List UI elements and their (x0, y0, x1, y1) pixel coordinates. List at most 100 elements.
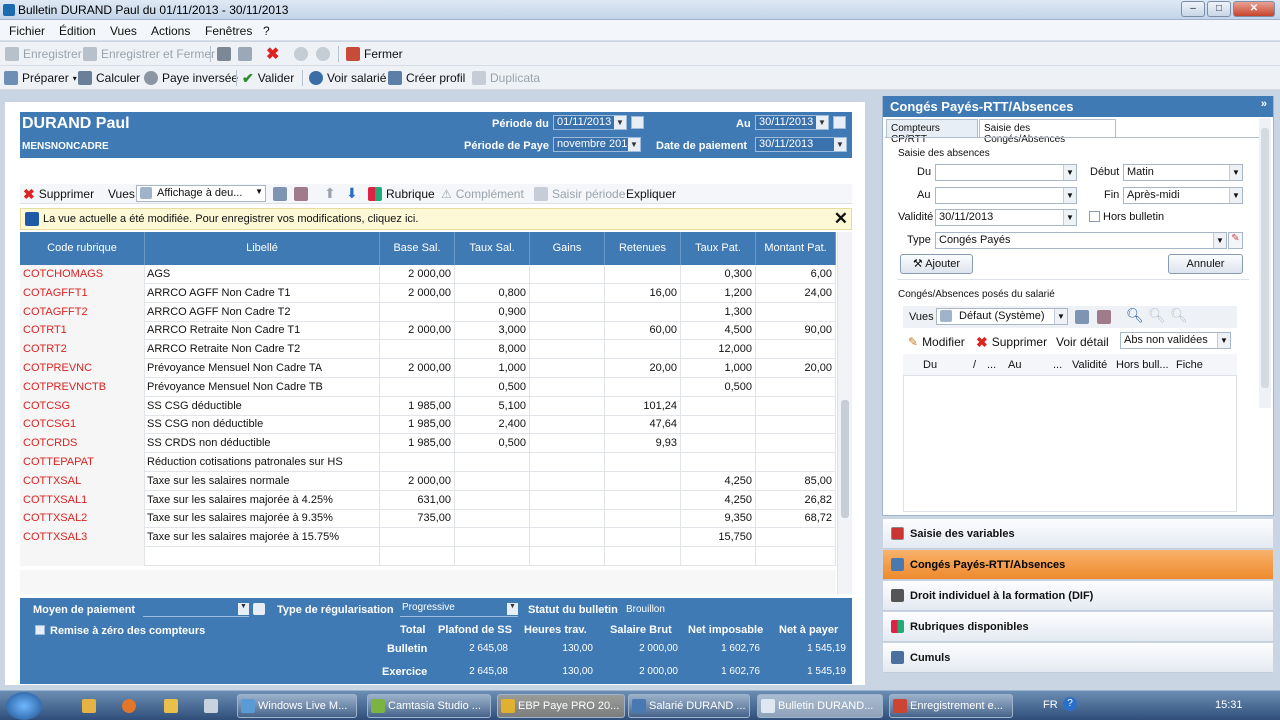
cell-code[interactable]: COTPREVNCTB (20, 377, 145, 397)
cell-base[interactable] (380, 547, 455, 566)
cell-retenues[interactable] (605, 340, 681, 360)
cell-taux-sal[interactable] (455, 471, 530, 491)
table-row[interactable]: COTTXSAL2 Taxe sur les salaires majorée à… (20, 509, 836, 529)
delete-button[interactable]: ✖ (266, 46, 279, 63)
cell-gains[interactable] (530, 302, 605, 322)
cell-retenues[interactable] (605, 547, 681, 566)
cell-code[interactable]: COTCSG1 (20, 415, 145, 435)
menu-help[interactable]: ? (263, 24, 270, 38)
cell-retenues[interactable]: 20,00 (605, 359, 681, 378)
explorer-icon[interactable] (204, 699, 218, 713)
task-salarie[interactable]: Salarié DURAND ... (628, 694, 750, 718)
cell-base[interactable]: 735,00 (380, 509, 455, 529)
col-header-libelle[interactable]: Libellé (145, 232, 380, 265)
close-button[interactable]: Fermer (346, 46, 403, 62)
help-icon[interactable]: ? (1063, 697, 1077, 711)
save-button[interactable]: Enregistrer (5, 46, 82, 62)
cell-montant-pat[interactable]: 68,72 (756, 509, 836, 529)
cell-base[interactable]: 1 985,00 (380, 434, 455, 454)
cell-libelle[interactable]: ARRCO Retraite Non Cadre T1 (145, 321, 380, 341)
cell-code[interactable]: COTTEPAPAT (20, 453, 145, 472)
grid-scrollbar[interactable] (837, 232, 852, 594)
cell-montant-pat[interactable] (756, 302, 836, 322)
cell-taux-pat[interactable] (681, 453, 756, 472)
regul-select[interactable]: Progressive ▼ (400, 602, 518, 617)
table-row[interactable]: COTTXSAL Taxe sur les salaires normale 2 0… (20, 471, 836, 491)
cell-libelle[interactable]: ARRCO AGFF Non Cadre T2 (145, 302, 380, 322)
hors-bulletin-checkbox[interactable] (1089, 211, 1100, 222)
view-modified-notice[interactable]: La vue actuelle a été modifiée. Pour enr… (20, 208, 852, 230)
list-col-validite[interactable]: Validité (1072, 359, 1107, 371)
calendar-icon[interactable] (833, 116, 846, 129)
type-select[interactable]: Congés Payés ▼ (935, 232, 1227, 249)
acc-saisie-variables[interactable]: Saisie des variables (883, 519, 1273, 549)
start-button[interactable] (6, 692, 42, 720)
table-row[interactable]: COTCHOMAGS AGS 2 000,00 0,300 6,00 (20, 265, 836, 284)
col-header-code[interactable]: Code rubrique (20, 232, 145, 265)
next-button[interactable] (316, 46, 330, 62)
menu-actions[interactable]: Actions (151, 24, 190, 38)
cell-taux-sal[interactable]: 0,900 (455, 302, 530, 322)
create-profile-button[interactable]: Créer profil (388, 70, 465, 86)
cell-montant-pat[interactable]: 20,00 (756, 359, 836, 378)
cell-taux-sal[interactable]: 5,100 (455, 396, 530, 416)
cell-montant-pat[interactable] (756, 340, 836, 360)
calculate-button[interactable]: Calculer (78, 70, 140, 86)
cell-gains[interactable] (530, 283, 605, 303)
pay-period-select[interactable]: novembre 2013 ▼ (553, 137, 641, 152)
tab-compteurs[interactable]: Compteurs CP/RTT (886, 119, 978, 145)
cell-taux-pat[interactable]: 12,000 (681, 340, 756, 360)
grid-settings-icon[interactable] (294, 187, 308, 201)
cell-montant-pat[interactable] (756, 377, 836, 397)
cell-libelle[interactable]: Prévoyance Mensuel Non Cadre TA (145, 359, 380, 378)
cell-libelle[interactable]: SS CSG non déductible (145, 415, 380, 435)
cell-libelle[interactable]: SS CSG déductible (145, 396, 380, 416)
prev-button[interactable] (294, 46, 308, 62)
cell-retenues[interactable] (605, 490, 681, 510)
list-col-fiche[interactable]: Fiche (1176, 359, 1203, 371)
cell-base[interactable]: 631,00 (380, 490, 455, 510)
cell-taux-pat[interactable]: 1,200 (681, 283, 756, 303)
prepare-button[interactable]: Préparer ▾ (4, 70, 77, 86)
cell-taux-pat[interactable]: 0,300 (681, 265, 756, 284)
table-row[interactable]: COTCSG1 SS CSG non déductible 1 985,00 2,40… (20, 415, 836, 435)
col-header-taux-pat[interactable]: Taux Pat. (681, 232, 756, 265)
chevron-down-icon[interactable]: ▼ (614, 116, 626, 129)
reverse-pay-button[interactable]: Paye inversée (144, 70, 238, 86)
cell-libelle[interactable]: Réduction cotisations patronales sur HS (145, 453, 380, 472)
period-from-field[interactable]: 01/11/2013 ▼ (553, 115, 627, 130)
chevron-down-icon[interactable]: ▼ (1054, 309, 1067, 324)
cell-gains[interactable] (530, 265, 605, 284)
cell-retenues[interactable]: 101,24 (605, 396, 681, 416)
list-settings-icon[interactable] (1097, 310, 1111, 324)
cell-taux-sal[interactable]: 0,800 (455, 283, 530, 303)
table-row[interactable]: COTPREVNCTB Prévoyance Mensuel Non Cadre … (20, 377, 836, 397)
collapse-icon[interactable]: » (1261, 98, 1267, 110)
cell-gains[interactable] (530, 471, 605, 491)
cell-libelle[interactable]: Prévoyance Mensuel Non Cadre TB (145, 377, 380, 397)
cell-libelle[interactable]: ARRCO Retraite Non Cadre T2 (145, 340, 380, 360)
task-camtasia[interactable]: Camtasia Studio ... (367, 694, 491, 718)
cell-gains[interactable] (530, 528, 605, 548)
cell-retenues[interactable] (605, 377, 681, 397)
cell-retenues[interactable] (605, 471, 681, 491)
tab-saisie-conges[interactable]: Saisie des Congés/Absences (979, 119, 1116, 145)
chevron-down-icon[interactable]: ▼ (1063, 165, 1076, 180)
fin-select[interactable]: Après-midi ▼ (1123, 187, 1243, 204)
cell-taux-sal[interactable] (455, 453, 530, 472)
cell-montant-pat[interactable]: 24,00 (756, 283, 836, 303)
cell-gains[interactable] (530, 547, 605, 566)
cell-code[interactable]: COTTXSAL (20, 471, 145, 491)
table-row[interactable]: COTCSG SS CSG déductible 1 985,00 5,100 101,… (20, 396, 836, 416)
cell-base[interactable]: 2 000,00 (380, 359, 455, 378)
cell-code[interactable] (20, 547, 145, 566)
cell-taux-sal[interactable] (455, 265, 530, 284)
chevron-down-icon[interactable]: ▼ (1063, 188, 1076, 203)
task-ebp[interactable]: EBP Paye PRO 20... (497, 694, 625, 718)
chevron-down-icon[interactable]: ▼ (1063, 210, 1076, 225)
view-detail-button[interactable]: Voir détail (1056, 335, 1109, 349)
scrollbar-thumb[interactable] (1261, 128, 1269, 388)
cell-taux-pat[interactable]: 1,300 (681, 302, 756, 322)
cell-gains[interactable] (530, 340, 605, 360)
cell-taux-sal[interactable]: 1,000 (455, 359, 530, 378)
